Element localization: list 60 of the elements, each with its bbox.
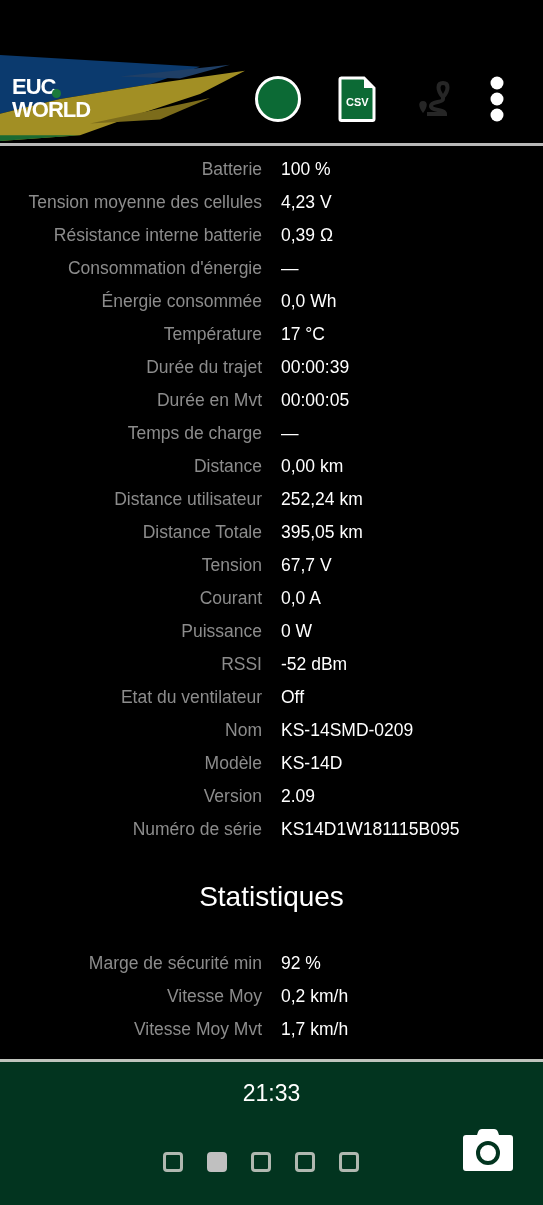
section-title: Statistiques xyxy=(198,880,345,914)
field-value: KS14D1W181115B095 xyxy=(281,819,460,840)
field-value: 252,24 km xyxy=(281,489,363,510)
page-indicator[interactable] xyxy=(339,1152,359,1172)
field-value: 67,7 V xyxy=(281,555,332,576)
field-value: 0,2 km/h xyxy=(281,986,349,1007)
field-label: Etat du ventilateur xyxy=(119,687,262,708)
field-value: 1,7 km/h xyxy=(281,1019,349,1040)
field-label: Version xyxy=(202,786,262,807)
field-label: Tension xyxy=(200,555,262,576)
field-label: RSSI xyxy=(220,654,262,675)
field-label: Distance Totale xyxy=(141,522,262,543)
field-value: 0 W xyxy=(281,621,313,642)
field-value: — xyxy=(281,258,299,279)
field-value: 395,05 km xyxy=(281,522,363,543)
field-value: 0,0 A xyxy=(281,588,321,609)
field-label: Résistance interne batterie xyxy=(52,225,262,246)
clock-time: 21:33 xyxy=(241,1080,302,1107)
page-indicator[interactable] xyxy=(295,1152,315,1172)
field-label: Température xyxy=(162,324,262,345)
record-button[interactable] xyxy=(254,75,302,123)
field-value: 4,23 V xyxy=(281,192,332,213)
field-value: 2.09 xyxy=(281,786,316,807)
logo-text: WORLD xyxy=(12,98,91,121)
field-value: 0,0 Wh xyxy=(281,291,337,312)
field-value: — xyxy=(281,423,299,444)
field-value: 0,39 Ω xyxy=(281,225,333,246)
field-label: Courant xyxy=(198,588,262,609)
field-label: Tension moyenne des cellules xyxy=(27,192,262,213)
field-label: Vitesse Moy xyxy=(166,986,262,1007)
field-value: 100 % xyxy=(281,159,331,180)
field-label: Temps de charge xyxy=(126,423,262,444)
field-label: Énergie consommée xyxy=(100,291,262,312)
field-value: 00:00:05 xyxy=(281,390,350,411)
field-label: Marge de sécurité min xyxy=(87,953,262,974)
field-label: Durée du trajet xyxy=(145,357,262,378)
page-indicator[interactable] xyxy=(163,1152,183,1172)
field-label: Distance utilisateur xyxy=(113,489,262,510)
csv-file-button[interactable]: CSV xyxy=(338,76,377,122)
field-value: 0,00 km xyxy=(281,456,344,477)
field-label: Nom xyxy=(224,720,262,741)
field-value: Off xyxy=(281,687,305,708)
field-label: Vitesse Moy Mvt xyxy=(132,1019,262,1040)
page-indicator[interactable] xyxy=(251,1152,271,1172)
field-value: KS-14SMD-0209 xyxy=(281,720,414,741)
field-label: Modèle xyxy=(203,753,262,774)
field-label: Durée en Mvt xyxy=(155,390,262,411)
field-label: Numéro de série xyxy=(131,819,262,840)
field-label: Batterie xyxy=(200,159,262,180)
field-label: Consommation d'énergie xyxy=(67,258,262,279)
field-value: 00:00:39 xyxy=(281,357,350,378)
field-value: 17 °C xyxy=(281,324,325,345)
page-indicator[interactable] xyxy=(207,1152,227,1172)
field-value: -52 dBm xyxy=(281,654,348,675)
field-label: Puissance xyxy=(180,621,262,642)
field-value: 92 % xyxy=(281,953,321,974)
logo-text: EUC xyxy=(12,75,56,98)
menu-button[interactable] xyxy=(489,75,505,123)
field-value: KS-14D xyxy=(281,753,343,774)
field-label: Distance xyxy=(192,456,262,477)
